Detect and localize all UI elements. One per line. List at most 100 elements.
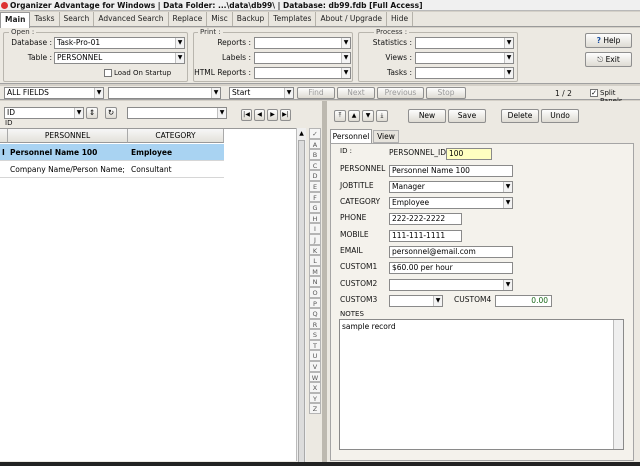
- tab-templates[interactable]: Templates: [269, 12, 317, 26]
- grid-scrollbar[interactable]: ▲: [296, 128, 306, 466]
- cell-category[interactable]: Consultant: [131, 161, 172, 178]
- tab-backup[interactable]: Backup: [233, 12, 270, 26]
- chevron-down-icon[interactable]: ▼: [503, 280, 512, 290]
- next-record-button[interactable]: ▶: [267, 109, 278, 121]
- alpha-p-button[interactable]: P: [309, 297, 321, 309]
- tasks-select[interactable]: ▼: [415, 67, 514, 79]
- alpha-y-button[interactable]: Y: [309, 392, 321, 404]
- chevron-down-icon[interactable]: ▼: [341, 38, 350, 48]
- alpha-v-button[interactable]: V: [309, 361, 321, 372]
- cell-category[interactable]: Employee: [131, 144, 172, 161]
- exit-button[interactable]: ⎋ Exit: [585, 52, 632, 67]
- alpha-q-button[interactable]: Q: [309, 308, 321, 319]
- chevron-down-icon[interactable]: ▼: [503, 182, 512, 192]
- alpha-j-button[interactable]: J: [309, 233, 321, 245]
- search-mode-select[interactable]: Start ▼: [229, 87, 294, 99]
- alpha-check-button[interactable]: ✓: [309, 128, 321, 139]
- custom3-select[interactable]: ▼: [389, 295, 443, 307]
- table-select[interactable]: PERSONNEL ▼: [54, 52, 185, 64]
- first-record-button[interactable]: |◀: [241, 109, 252, 121]
- chevron-down-icon[interactable]: ▼: [74, 108, 83, 118]
- prior-record-button[interactable]: ◀: [254, 109, 265, 121]
- sort-order-button[interactable]: ⇕: [86, 107, 98, 119]
- alpha-i-button[interactable]: I: [309, 223, 321, 234]
- last-record-button[interactable]: ▶|: [280, 109, 291, 121]
- new-button[interactable]: New: [408, 109, 446, 123]
- alpha-u-button[interactable]: U: [309, 350, 321, 362]
- move-bottom-button[interactable]: ⤓: [376, 110, 388, 122]
- chevron-down-icon[interactable]: ▼: [341, 53, 350, 63]
- tab-main[interactable]: Main: [0, 12, 31, 28]
- search-text-input[interactable]: ▼: [108, 87, 221, 99]
- cell-personnel[interactable]: Company Name/Person Name; 10: [10, 161, 128, 178]
- next-button[interactable]: Next: [337, 87, 375, 99]
- tab-view[interactable]: View: [373, 130, 399, 143]
- tab-hide[interactable]: Hide: [387, 12, 414, 26]
- load-on-startup-checkbox[interactable]: [104, 69, 112, 77]
- html-reports-select[interactable]: ▼: [254, 67, 351, 79]
- chevron-down-icon[interactable]: ▼: [211, 88, 220, 98]
- tab-replace[interactable]: Replace: [169, 12, 208, 26]
- search-field-select[interactable]: ALL FIELDS ▼: [4, 87, 104, 99]
- alpha-k-button[interactable]: K: [309, 244, 321, 256]
- chevron-down-icon[interactable]: ▼: [217, 108, 226, 118]
- alpha-e-button[interactable]: E: [309, 180, 321, 192]
- alpha-x-button[interactable]: X: [309, 382, 321, 393]
- chevron-down-icon[interactable]: ▼: [284, 88, 293, 98]
- help-button[interactable]: ? Help: [585, 33, 632, 48]
- tab-personnel[interactable]: Personnel: [330, 129, 372, 143]
- tab-misc[interactable]: Misc: [207, 12, 233, 26]
- alpha-d-button[interactable]: D: [309, 170, 321, 181]
- chevron-down-icon[interactable]: ▼: [504, 68, 513, 78]
- views-select[interactable]: ▼: [415, 52, 514, 64]
- tab-tasks[interactable]: Tasks: [30, 12, 60, 26]
- alpha-g-button[interactable]: G: [309, 202, 321, 213]
- column-header-category[interactable]: CATEGORY: [128, 129, 224, 143]
- scroll-up-icon[interactable]: ▲: [297, 128, 306, 139]
- custom2-select[interactable]: ▼: [389, 279, 513, 291]
- chevron-down-icon[interactable]: ▼: [175, 53, 184, 63]
- find-button[interactable]: Find: [297, 87, 335, 99]
- alpha-f-button[interactable]: F: [309, 191, 321, 203]
- undo-button[interactable]: Undo: [541, 109, 579, 123]
- table-row[interactable]: I Personnel Name 100 Employee: [0, 144, 224, 161]
- save-button[interactable]: Save: [448, 109, 486, 123]
- alpha-r-button[interactable]: R: [309, 318, 321, 330]
- cell-personnel[interactable]: Personnel Name 100: [10, 144, 128, 161]
- split-panels-checkbox[interactable]: ✓: [590, 89, 598, 97]
- sort-field-select[interactable]: ID ▼: [4, 107, 84, 119]
- move-up-button[interactable]: ▲: [348, 110, 360, 122]
- chevron-down-icon[interactable]: ▼: [504, 53, 513, 63]
- tab-advanced-search[interactable]: Advanced Search: [94, 12, 169, 26]
- delete-button[interactable]: Delete: [501, 109, 539, 123]
- notes-scrollbar[interactable]: [613, 320, 623, 449]
- chevron-down-icon[interactable]: ▼: [504, 38, 513, 48]
- database-select[interactable]: Task-Pro-01 ▼: [54, 37, 185, 49]
- chevron-down-icon[interactable]: ▼: [175, 38, 184, 48]
- alpha-w-button[interactable]: W: [309, 371, 321, 383]
- stop-button[interactable]: Stop: [426, 87, 466, 99]
- tab-search[interactable]: Search: [60, 12, 95, 26]
- labels-select[interactable]: ▼: [254, 52, 351, 64]
- move-down-button[interactable]: ▼: [362, 110, 374, 122]
- column-header-personnel[interactable]: PERSONNEL: [8, 129, 128, 143]
- mobile-field[interactable]: 111-111-1111: [389, 230, 462, 242]
- personnel-field[interactable]: Personnel Name 100: [389, 165, 513, 177]
- alpha-s-button[interactable]: S: [309, 329, 321, 340]
- filter-select[interactable]: ▼: [127, 107, 227, 119]
- alpha-h-button[interactable]: H: [309, 212, 321, 224]
- custom4-field[interactable]: 0.00: [495, 295, 552, 307]
- reports-select[interactable]: ▼: [254, 37, 351, 49]
- chevron-down-icon[interactable]: ▼: [341, 68, 350, 78]
- email-field[interactable]: personnel@email.com: [389, 246, 513, 258]
- personnel-id-field[interactable]: 100: [446, 148, 492, 160]
- alpha-a-button[interactable]: A: [309, 138, 321, 150]
- alpha-o-button[interactable]: O: [309, 286, 321, 298]
- table-row[interactable]: Company Name/Person Name; 10 Consultant: [0, 161, 224, 178]
- move-top-button[interactable]: ⤒: [334, 110, 346, 122]
- alpha-z-button[interactable]: Z: [309, 403, 321, 415]
- chevron-down-icon[interactable]: ▼: [503, 198, 512, 208]
- chevron-down-icon[interactable]: ▼: [433, 296, 442, 306]
- statistics-select[interactable]: ▼: [415, 37, 514, 49]
- alpha-b-button[interactable]: B: [309, 149, 321, 160]
